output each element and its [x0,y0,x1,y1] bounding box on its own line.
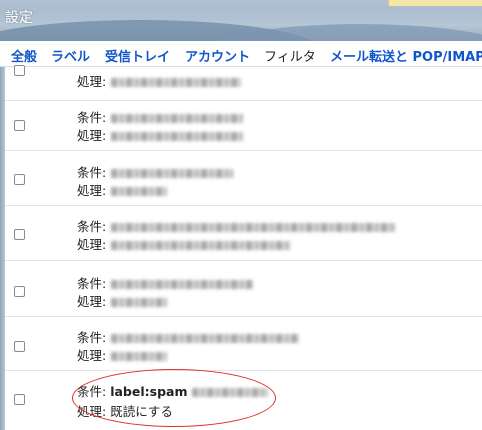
tab-general[interactable]: 全般 [11,46,37,65]
filter-row: 条件: 処理: [5,261,482,317]
filter-checkbox[interactable] [14,286,25,297]
redacted-text [111,334,300,343]
filter-checkbox[interactable] [14,394,25,405]
filter-action: 処理: [77,234,292,253]
filter-row: 条件: 処理: [5,151,482,206]
redacted-text [111,352,168,361]
settings-header: 設定 [0,0,482,41]
action-label: 処理: [77,348,107,363]
filter-checkbox[interactable] [14,229,25,240]
highlight-ellipse [72,369,276,427]
filter-checkbox[interactable] [14,341,25,352]
action-label: 処理: [77,237,107,252]
filter-action: 処理: [77,291,168,310]
redacted-text [111,241,292,250]
filter-row: 処理: [5,65,482,101]
redacted-text [111,169,234,178]
page-title: 設定 [5,10,33,26]
filter-row: 条件: 処理: [5,317,482,371]
condition-label: 条件: [77,276,107,291]
filter-checkbox[interactable] [14,174,25,185]
header-notice-strip [388,0,482,6]
filter-action: 処理: [77,180,168,199]
redacted-text [111,280,254,289]
redacted-text [111,187,168,196]
filter-condition: 条件: [77,273,254,292]
action-label: 処理: [77,128,107,143]
condition-label: 条件: [77,330,107,345]
action-label: 処理: [77,294,107,309]
filter-row: 条件: 処理: [5,206,482,261]
tab-inbox[interactable]: 受信トレイ [105,46,170,65]
filter-row: 条件: 処理: [5,101,482,151]
tab-forwarding-pop-imap[interactable]: メール転送と POP/IMAP [330,46,482,65]
tab-labels[interactable]: ラベル [51,46,90,65]
redacted-text [111,78,242,87]
condition-label: 条件: [77,219,107,234]
filter-action: 処理: [77,345,168,364]
action-label: 処理: [77,183,107,198]
filter-checkbox[interactable] [14,120,25,131]
filter-action: 処理: [77,71,242,90]
tab-filters[interactable]: フィルタ [264,46,316,65]
filter-action: 処理: [77,125,244,144]
filter-condition: 条件: [77,216,397,235]
redacted-text [111,298,168,307]
redacted-text [111,114,244,123]
tab-accounts[interactable]: アカウント [185,46,250,65]
redacted-text [111,223,397,232]
condition-label: 条件: [77,110,107,125]
filter-condition: 条件: [77,107,244,126]
filter-checkbox[interactable] [14,65,25,76]
condition-label: 条件: [77,165,107,180]
filter-condition: 条件: [77,162,234,181]
redacted-text [111,132,244,141]
action-label: 処理: [77,74,107,89]
filter-condition: 条件: [77,327,300,346]
settings-tabs: 全般 ラベル 受信トレイ アカウント フィルタ メール転送と POP/IMAP [0,41,482,67]
